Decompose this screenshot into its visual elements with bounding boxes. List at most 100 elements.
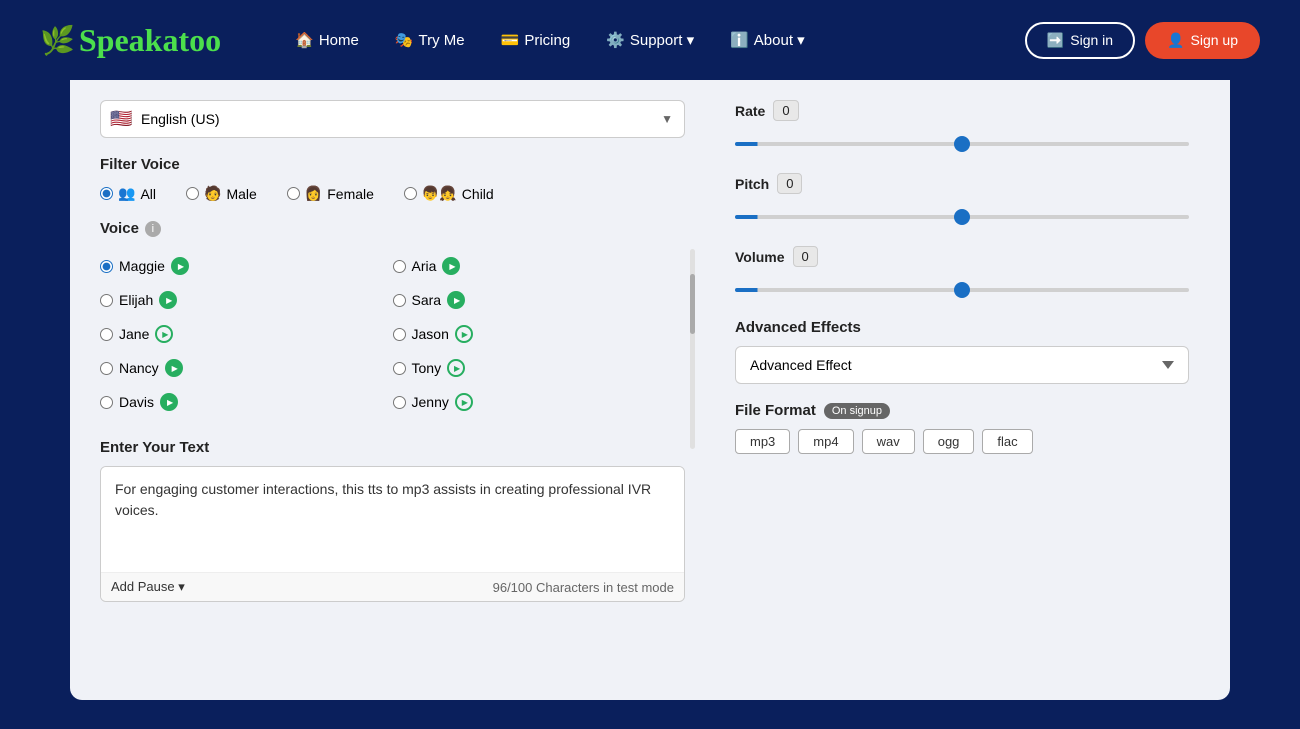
nav-actions: ➡️ Sign in 👤 Sign up: [1025, 22, 1260, 59]
voice-radio-jenny[interactable]: [393, 396, 406, 409]
voice-item-sara[interactable]: Sara: [393, 283, 686, 317]
voice-item-davis[interactable]: Davis: [100, 385, 393, 419]
language-select[interactable]: English (US) English (UK) Spanish French: [100, 100, 685, 138]
pitch-value: 0: [777, 173, 802, 194]
voice-section: Voice i Maggie: [100, 220, 685, 419]
volume-slider-wrap: [735, 275, 1189, 301]
voice-radio-jason[interactable]: [393, 328, 406, 341]
voice-radio-sara[interactable]: [393, 294, 406, 307]
main-content: 🇺🇸 English (US) English (UK) Spanish Fre…: [70, 80, 1230, 700]
logo-text: Speakatoo: [79, 22, 221, 59]
logo: 🌿 Speakatoo: [40, 22, 221, 59]
play-aria-icon[interactable]: [442, 257, 460, 275]
play-sara-icon[interactable]: [447, 291, 465, 309]
voice-section-title: Voice: [100, 220, 139, 237]
signup-label: Sign up: [1191, 32, 1238, 48]
rate-label: Rate 0: [735, 100, 1189, 121]
voice-item-jenny[interactable]: Jenny: [393, 385, 686, 419]
signup-icon: 👤: [1167, 32, 1184, 49]
play-nancy-icon[interactable]: [165, 359, 183, 377]
language-flag: 🇺🇸: [110, 109, 132, 130]
format-buttons: mp3 mp4 wav ogg flac: [735, 429, 1189, 454]
voice-item-tony[interactable]: Tony: [393, 351, 686, 385]
pitch-slider-wrap: [735, 202, 1189, 228]
on-signup-badge: On signup: [824, 403, 890, 419]
filter-voice-section: Filter Voice 👥 All 🧑 Male 👩: [100, 156, 685, 202]
signin-button[interactable]: ➡️ Sign in: [1025, 22, 1135, 59]
text-input[interactable]: For engaging customer interactions, this…: [101, 467, 684, 567]
navbar: 🌿 Speakatoo 🏠 Home 🎭 Try Me 💳 Pricing ⚙️…: [0, 0, 1300, 80]
rate-slider[interactable]: [735, 142, 1189, 146]
add-pause-label: Add Pause ▾: [111, 579, 185, 595]
nav-tryme[interactable]: 🎭 Try Me: [381, 23, 479, 57]
play-elijah-icon[interactable]: [159, 291, 177, 309]
format-mp3[interactable]: mp3: [735, 429, 790, 454]
nav-support-label: Support ▾: [630, 31, 694, 49]
filter-male[interactable]: 🧑 Male: [186, 185, 257, 202]
format-wav[interactable]: wav: [862, 429, 915, 454]
nav-home[interactable]: 🏠 Home: [281, 23, 373, 57]
voice-item-jane[interactable]: Jane: [100, 317, 393, 351]
pricing-icon: 💳: [501, 31, 520, 49]
voice-item-elijah[interactable]: Elijah: [100, 283, 393, 317]
nav-pricing[interactable]: 💳 Pricing: [487, 23, 585, 57]
voice-name-tony: Tony: [412, 360, 442, 376]
format-mp4[interactable]: mp4: [798, 429, 853, 454]
nav-pricing-label: Pricing: [524, 32, 570, 49]
voice-name-jane: Jane: [119, 326, 149, 342]
voice-radio-jane[interactable]: [100, 328, 113, 341]
support-icon: ⚙️: [606, 31, 625, 49]
voice-item-aria[interactable]: Aria: [393, 249, 686, 283]
voice-radio-maggie[interactable]: [100, 260, 113, 273]
pitch-slider-section: Pitch 0: [735, 173, 1189, 228]
filter-child[interactable]: 👦👧 Child: [404, 185, 494, 202]
voice-info-icon[interactable]: i: [145, 221, 161, 237]
file-format-title: File Format: [735, 402, 816, 419]
voice-radio-davis[interactable]: [100, 396, 113, 409]
voice-item-maggie[interactable]: Maggie: [100, 249, 393, 283]
text-footer: Add Pause ▾ 96/100 Characters in test mo…: [101, 572, 684, 601]
two-panel: 🇺🇸 English (US) English (UK) Spanish Fre…: [100, 100, 1200, 622]
pitch-label: Pitch 0: [735, 173, 1189, 194]
nav-about[interactable]: ℹ️ About ▾: [716, 23, 819, 57]
filter-all[interactable]: 👥 All: [100, 185, 156, 202]
filter-male-emoji: 🧑: [204, 185, 221, 202]
about-icon: ℹ️: [730, 31, 749, 49]
nav-about-label: About ▾: [754, 31, 805, 49]
filter-female[interactable]: 👩 Female: [287, 185, 374, 202]
voice-item-jason[interactable]: Jason: [393, 317, 686, 351]
volume-slider[interactable]: [735, 288, 1189, 292]
play-maggie-icon[interactable]: [171, 257, 189, 275]
nav-home-label: Home: [319, 32, 359, 49]
signup-button[interactable]: 👤 Sign up: [1145, 22, 1260, 59]
pitch-slider[interactable]: [735, 215, 1189, 219]
voice-name-elijah: Elijah: [119, 292, 153, 308]
format-ogg[interactable]: ogg: [923, 429, 975, 454]
filter-female-label: Female: [327, 186, 374, 202]
play-davis-icon[interactable]: [160, 393, 178, 411]
filter-male-radio[interactable]: [186, 187, 199, 200]
logo-icon: 🌿: [40, 24, 75, 57]
voice-radio-nancy[interactable]: [100, 362, 113, 375]
voice-item-nancy[interactable]: Nancy: [100, 351, 393, 385]
scrollbar-thumb[interactable]: [690, 274, 695, 334]
play-jason-icon[interactable]: [455, 325, 473, 343]
volume-label: Volume 0: [735, 246, 1189, 267]
voice-radio-tony[interactable]: [393, 362, 406, 375]
filter-female-radio[interactable]: [287, 187, 300, 200]
format-flac[interactable]: flac: [982, 429, 1032, 454]
add-pause-button[interactable]: Add Pause ▾: [111, 579, 185, 595]
voice-col-1: Maggie Elijah Jane: [100, 249, 393, 419]
advanced-effects-select[interactable]: Advanced Effect Echo Reverb Chorus: [735, 346, 1189, 384]
filter-child-radio[interactable]: [404, 187, 417, 200]
volume-value: 0: [793, 246, 818, 267]
voice-radio-aria[interactable]: [393, 260, 406, 273]
filter-all-radio[interactable]: [100, 187, 113, 200]
play-tony-icon[interactable]: [447, 359, 465, 377]
play-jane-icon[interactable]: [155, 325, 173, 343]
nav-support[interactable]: ⚙️ Support ▾: [592, 23, 708, 57]
play-jenny-icon[interactable]: [455, 393, 473, 411]
voice-name-davis: Davis: [119, 394, 154, 410]
filter-child-label: Child: [462, 186, 494, 202]
voice-radio-elijah[interactable]: [100, 294, 113, 307]
